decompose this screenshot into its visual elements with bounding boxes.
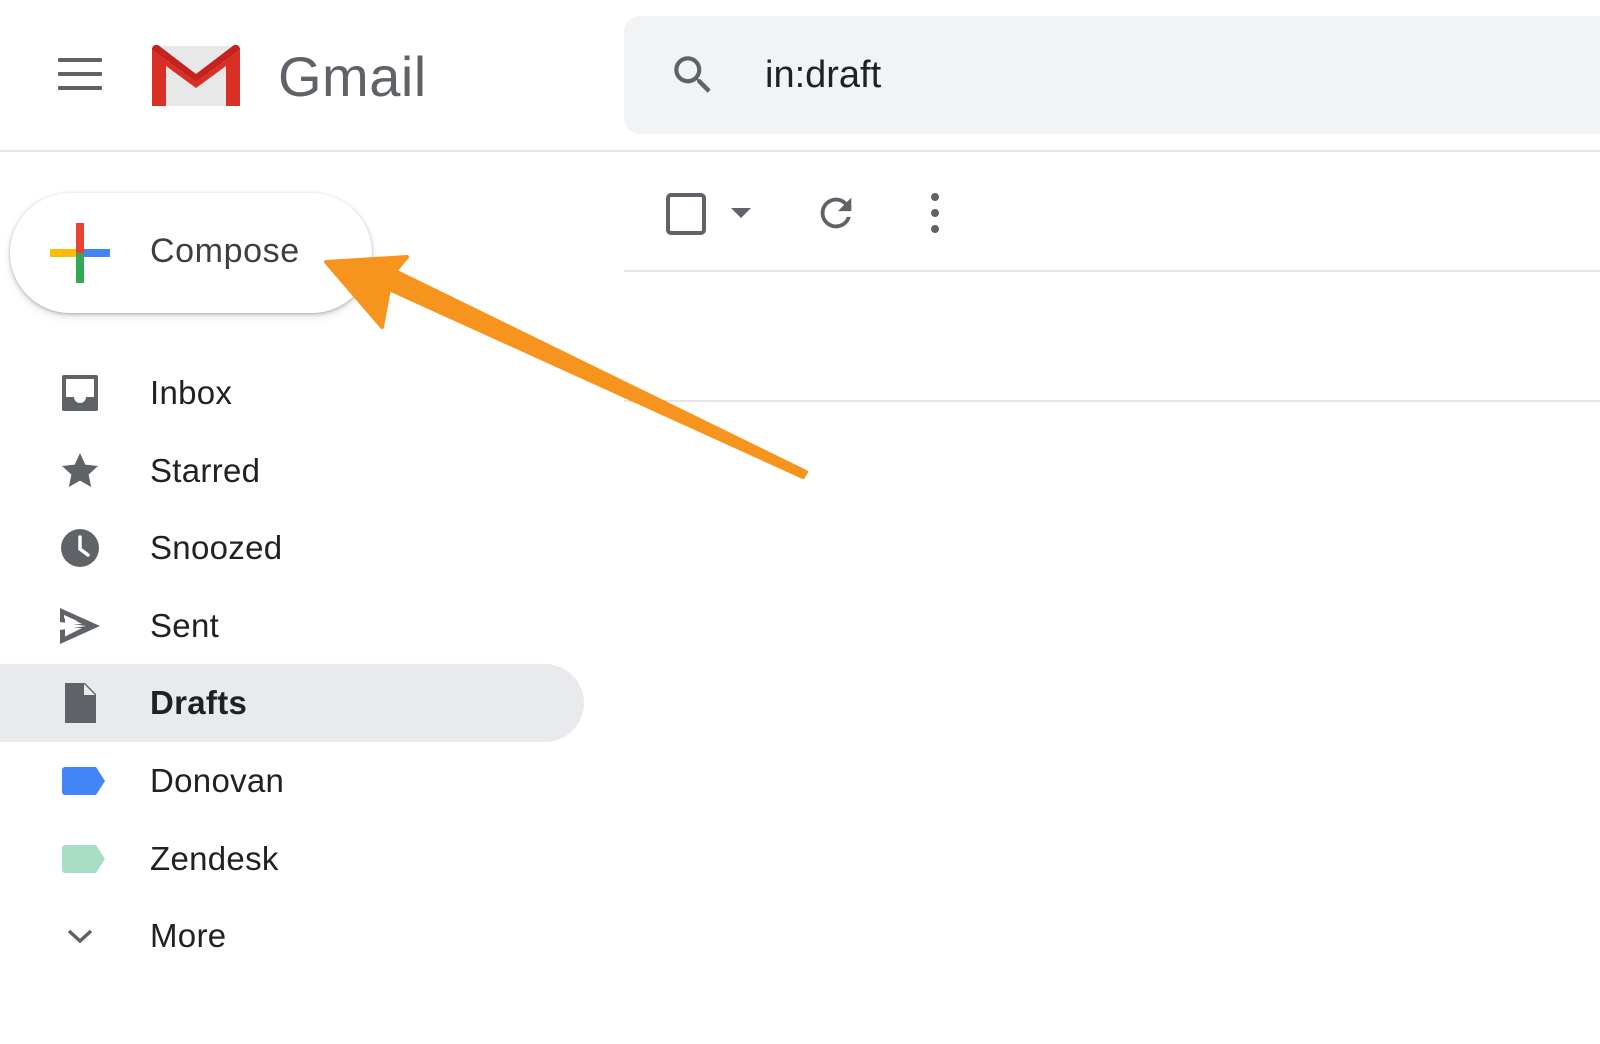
plus-icon — [50, 223, 110, 283]
gmail-logo-icon[interactable] — [150, 42, 242, 108]
draft-icon — [65, 683, 96, 723]
clock-icon — [61, 529, 99, 567]
toolbar-divider — [624, 270, 1600, 272]
compose-button[interactable]: Compose — [10, 193, 372, 313]
header: Gmail in:draft — [0, 0, 1600, 152]
sidebar-item-starred[interactable]: Starred — [0, 432, 584, 510]
gmail-window: Gmail in:draft Compose Inbox Starred Sno… — [0, 0, 1600, 1044]
star-icon — [62, 453, 98, 487]
sidebar-item-zendesk[interactable]: Zendesk — [0, 820, 584, 898]
sidebar-item-drafts[interactable]: Drafts — [0, 664, 584, 742]
sidebar-item-sent[interactable]: Sent — [0, 587, 584, 665]
checkbox-icon — [666, 193, 751, 235]
sidebar-item-label: More — [150, 917, 227, 954]
label-icon — [62, 767, 105, 795]
search-input[interactable]: in:draft — [765, 54, 881, 97]
sidebar-item-label: Snoozed — [150, 529, 283, 566]
sidebar-item-label: Inbox — [150, 374, 233, 411]
sidebar-item-label: Starred — [150, 452, 261, 489]
sidebar-item-label: Donovan — [150, 762, 285, 799]
more-options-icon[interactable] — [915, 190, 955, 236]
menu-icon-bar — [58, 72, 102, 76]
search-bar[interactable]: in:draft — [624, 16, 1600, 134]
sidebar-item-donovan[interactable]: Donovan — [0, 742, 584, 820]
gmail-logo-text[interactable]: Gmail — [278, 44, 427, 109]
send-icon — [60, 608, 100, 644]
menu-icon-bar — [58, 58, 102, 62]
list-divider — [624, 400, 1600, 402]
sidebar-item-more[interactable]: More — [0, 897, 584, 975]
sidebar-item-label: Drafts — [150, 684, 248, 721]
sidebar-item-snoozed[interactable]: Snoozed — [0, 509, 584, 587]
label-icon — [62, 845, 105, 873]
search-icon[interactable] — [668, 50, 718, 100]
sidebar-item-label: Sent — [150, 607, 220, 644]
compose-label: Compose — [150, 232, 300, 270]
main-menu-button[interactable] — [50, 48, 110, 100]
sidebar-item-label: Zendesk — [150, 840, 279, 877]
refresh-icon[interactable] — [813, 190, 859, 236]
chevron-down-icon — [67, 929, 93, 944]
sidebar-item-inbox[interactable]: Inbox — [0, 354, 584, 432]
inbox-icon — [62, 375, 98, 411]
menu-icon-bar — [58, 86, 102, 90]
select-all-checkbox[interactable] — [665, 192, 761, 238]
